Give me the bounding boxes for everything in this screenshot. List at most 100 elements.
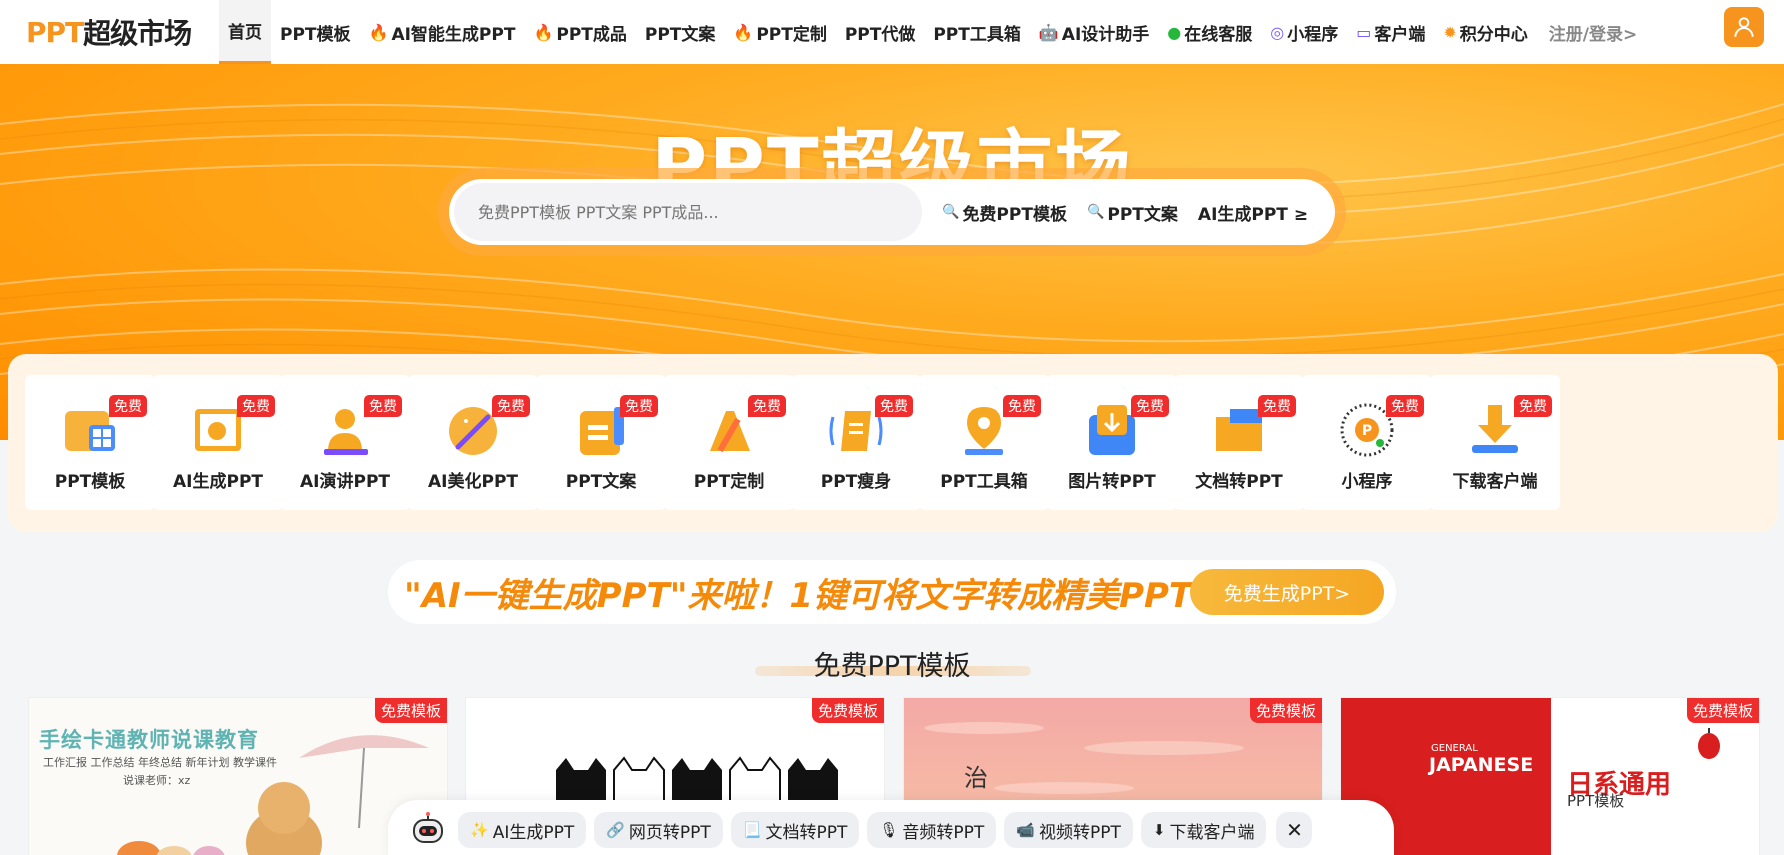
free-badge: 免费 [1131, 395, 1169, 417]
free-template-badge: 免费模板 [1686, 698, 1759, 723]
link-icon: 🔗 [606, 821, 625, 839]
tool-card-label: 下载客户端 [1452, 472, 1538, 492]
nav-label: PPT成品 [556, 24, 627, 45]
nav-label: PPT代做 [844, 24, 916, 45]
fire-icon: 🔥 [733, 22, 754, 42]
nav-item-ai-generate[interactable]: 🔥 AI智能生成PPT [360, 0, 525, 64]
tool-card-label: AI美化PPT [428, 472, 518, 492]
tool-card[interactable]: 免费 AI AI生成PPT [153, 375, 283, 510]
microphone-icon: 🎙 [879, 821, 899, 839]
nav-item-ppt-custom[interactable]: 🔥 PPT定制 [724, 0, 835, 64]
free-badge: 免费 [748, 395, 786, 417]
tool-card-label: PPT定制 [693, 472, 765, 492]
wechat-icon: ● [1167, 22, 1182, 42]
nav-item-ppt-service[interactable]: PPT代做 [836, 0, 925, 64]
pill-label: 文档转PPT [765, 822, 848, 843]
nav-label: 在线客服 [1184, 24, 1253, 45]
tool-card-label: AI演讲PPT [300, 472, 390, 492]
tool-card[interactable]: 免费 PPT定制 [664, 375, 794, 510]
nav-label: 首页 [228, 23, 262, 43]
nav-item-points[interactable]: ✹ 积分中心 [1434, 0, 1536, 64]
tool-card[interactable]: 免费 PPT模板 [25, 375, 155, 510]
download-icon: ⬇ [1152, 821, 1166, 839]
nav-item-ppt-template[interactable]: PPT模板 [271, 0, 360, 64]
tool-card[interactable]: 免费 P 小程序 [1302, 375, 1432, 510]
free-badge: 免费 [1003, 395, 1041, 417]
video-icon: 📹 [1016, 821, 1035, 839]
tool-card-label: 小程序 [1341, 472, 1393, 492]
tool-card[interactable]: 免费 PPT工具箱 [919, 375, 1049, 510]
free-template-badge: 免费模板 [374, 698, 447, 723]
nav-item-home[interactable]: 首页 [219, 0, 271, 64]
nav-label: PPT定制 [756, 24, 827, 45]
doc-to-ppt-pill[interactable]: 📃 文档转PPT [730, 812, 860, 848]
tool-card[interactable]: 免费 文档转PPT [1174, 375, 1304, 510]
nav-label: AI设计助手 [1061, 24, 1150, 45]
web-to-ppt-pill[interactable]: 🔗 网页转PPT [594, 812, 723, 848]
tool-card-label: PPT模板 [54, 472, 126, 492]
pill-label: AI生成PPT [492, 822, 575, 843]
template-thumbnail[interactable]: 免费模板 手绘卡通教师说课教育 工作汇报 工作总结 年终总结 新年计划 教学课件… [28, 697, 448, 855]
tool-card-label: 图片转PPT [1068, 472, 1156, 492]
nav-label: 客户端 [1374, 24, 1426, 45]
tool-card-label: AI生成PPT [173, 472, 263, 492]
template-thumbnail[interactable]: 免费模板 GENERAL JAPANESE 日系通用 PPT模板 [1340, 697, 1760, 855]
miniprogram-icon: ◎ [1270, 22, 1285, 42]
ai-promo-banner[interactable]: "AI一键生成PPT"来啦！1键可将文字转成精美PPT 免费生成PPT> [388, 560, 1396, 624]
download-client-pill[interactable]: ⬇ 下载客户端 [1140, 812, 1267, 848]
search-icon: 🔍 [1086, 204, 1105, 220]
robot-icon [413, 812, 443, 843]
video-to-ppt-pill[interactable]: 📹 视频转PPT [1004, 812, 1133, 848]
tool-card[interactable]: 免费 PPT文案 [536, 375, 666, 510]
nav-label: 小程序 [1287, 24, 1339, 45]
nav-item-online-service[interactable]: ● 在线客服 [1158, 0, 1261, 64]
nav-item-client[interactable]: ▭ 客户端 [1347, 0, 1434, 64]
search-bar: 🔍免费PPT模板 🔍PPT文案 AI生成PPT ≥ [449, 179, 1335, 245]
free-badge: 免费 [1386, 395, 1424, 417]
free-badge: 免费 [620, 395, 658, 417]
search-input[interactable] [454, 183, 922, 241]
free-badge: 免费 [1514, 395, 1552, 417]
tool-card[interactable]: 免费下载客户端 [1430, 375, 1560, 510]
nav-items: 首页 PPT模板 🔥 AI智能生成PPT 🔥 PPT成品 PPT文案 🔥 PPT定制 … [219, 0, 1637, 64]
tool-card[interactable]: 免费 PPT瘦身 [791, 375, 921, 510]
tool-card[interactable]: 免费 AI美化PPT [408, 375, 538, 510]
search-ai-generate-link[interactable]: AI生成PPT ≥ [1198, 200, 1308, 225]
search-ppt-copy-button[interactable]: 🔍 PPT文案 [1087, 200, 1178, 225]
pill-label: 下载客户端 [1169, 822, 1255, 843]
fire-icon: 🔥 [533, 22, 554, 42]
nav-item-ai-assistant[interactable]: 🤖 AI设计助手 [1030, 0, 1158, 64]
free-template-badge: 免费模板 [1249, 698, 1322, 723]
nav-label: PPT工具箱 [933, 24, 1021, 45]
pill-label: 视频转PPT [1039, 822, 1121, 843]
audio-to-ppt-pill[interactable]: 🎙 音频转PPT [867, 812, 997, 848]
search-free-template-button[interactable]: 🔍 免费PPT模板 [942, 200, 1067, 225]
pill-label: 音频转PPT [902, 822, 985, 843]
tool-cards: 免费 PPT模板 免费 AI AI生成PPT 免费 AI演讲PPT 免费 AI美化PPT 免费 PP… [8, 354, 1778, 532]
site-logo[interactable]: PPT 超级市场 [0, 0, 219, 64]
free-badge: 免费 [492, 395, 530, 417]
bottom-quick-bar: ✨ AI生成PPT 🔗 网页转PPT 📃 文档转PPT 🎙 音频转PPT 📹 视频转PPT… [388, 800, 1394, 855]
nav-item-miniprogram[interactable]: ◎ 小程序 [1261, 0, 1347, 64]
sun-icon: ✹ [1443, 22, 1457, 42]
tool-card[interactable]: 免费图片转PPT [1047, 375, 1177, 510]
document-icon: 📃 [742, 821, 762, 839]
close-button[interactable]: ✕ [1276, 812, 1313, 848]
svg-text:P: P [1362, 423, 1372, 439]
free-badge: 免费 [364, 395, 402, 417]
nav-item-ppt-toolbox[interactable]: PPT工具箱 [924, 0, 1030, 64]
tool-card[interactable]: 免费 AI演讲PPT [280, 375, 410, 510]
free-badge: 免费 [109, 395, 147, 417]
free-generate-button[interactable]: 免费生成PPT> [1190, 569, 1384, 615]
search-link-label: 免费PPT模板 [962, 204, 1067, 225]
search-icon: 🔍 [942, 204, 960, 220]
robot-icon: 🤖 [1038, 22, 1059, 42]
nav-item-ppt-copy[interactable]: PPT文案 [636, 0, 725, 64]
nav-label: 积分中心 [1459, 24, 1528, 45]
promo-text: "AI一键生成PPT"来啦！1键可将文字转成精美PPT [404, 575, 1193, 616]
ai-generate-pill[interactable]: ✨ AI生成PPT [458, 812, 587, 848]
tool-card-label: 文档转PPT [1195, 472, 1283, 492]
user-avatar-icon[interactable] [1724, 7, 1764, 47]
login-link[interactable]: 注册/登录> [1549, 20, 1637, 45]
nav-item-ppt-finished[interactable]: 🔥 PPT成品 [524, 0, 635, 64]
